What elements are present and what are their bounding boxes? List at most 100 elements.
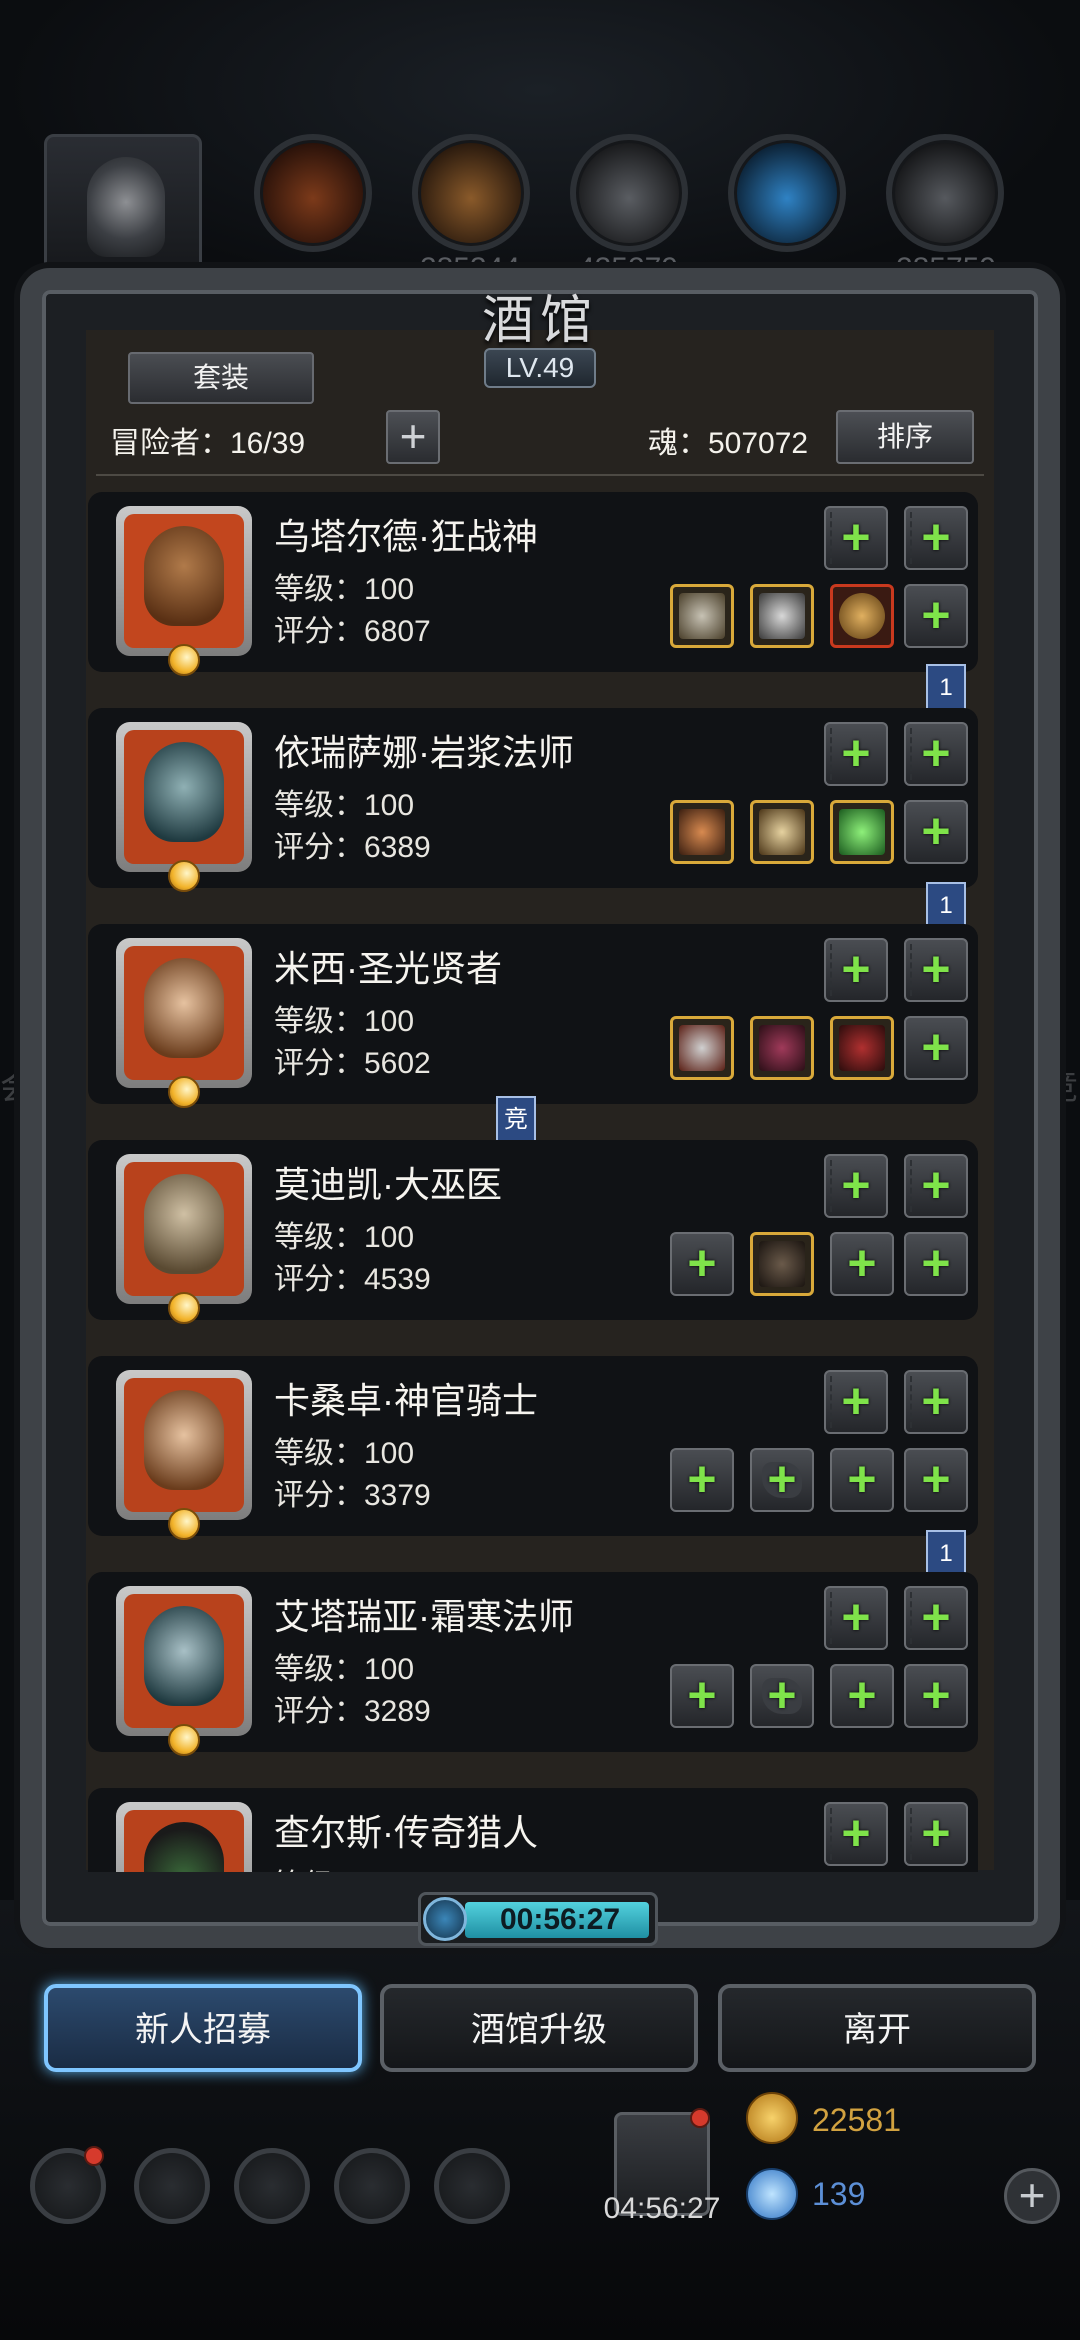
add-accessory-button[interactable] [830,1232,894,1296]
hero-card[interactable]: 乌塔尔德·狂战神 等级：100 评分：6807 [88,492,978,676]
iron-resource-icon [570,134,688,252]
crystal-resource-icon [728,134,846,252]
gold-amount: 22581 [812,2102,901,2138]
hero-avatar[interactable] [116,1802,252,1872]
add-equipment-button[interactable] [904,1232,968,1296]
adventurer-count: 冒险者：16/39 [110,427,306,460]
map-icon[interactable] [434,2148,510,2224]
hero-avatar[interactable] [116,506,252,676]
add-rune-button[interactable] [904,1586,968,1650]
hero-name: 米西·圣光贤者 [274,948,502,989]
add-adventurer-slot-button[interactable]: + [386,410,440,464]
tavern-level-badge: LV.49 [484,348,596,388]
add-currency-button[interactable]: + [1004,2168,1060,2224]
hero-list[interactable]: 乌塔尔德·狂战神 等级：100 评分：6807 1 依瑞萨娜·岩浆法师 等级：1… [86,488,994,1872]
panel-title: 酒馆 [481,291,598,351]
emerald-amulet-icon[interactable] [830,800,894,864]
hero-name: 卡桑卓·神官骑士 [274,1380,538,1421]
add-equipment-button[interactable] [904,584,968,648]
add-equipment-button[interactable] [904,800,968,864]
hero-card[interactable]: 依瑞萨娜·岩浆法师 等级：100 评分：6389 [88,708,978,892]
hero-avatar[interactable] [116,1370,252,1540]
hero-card[interactable]: 查尔斯·传奇猎人 等级：100 [88,1788,978,1872]
hero-avatar[interactable] [116,1586,252,1756]
clock-icon [423,1897,467,1941]
hero-card[interactable]: 莫迪凯·大巫医 等级：100 评分：4539 [88,1140,978,1324]
leave-button[interactable]: 离开 [718,1984,1036,2072]
player-portrait[interactable] [44,134,202,284]
hero-card[interactable]: 米西·圣光贤者 等级：100 评分：5602 [88,924,978,1108]
hero-avatar[interactable] [116,1154,252,1324]
achievement-icon[interactable] [134,2148,210,2224]
moon-badge-icon [168,1292,200,1324]
hero-card[interactable]: 卡桑卓·神官骑士 等级：100 评分：3379 [88,1356,978,1540]
hero-score: 评分：6807 [274,615,431,648]
moon-badge-icon [168,1508,200,1540]
hero-name: 依瑞萨娜·岩浆法师 [274,732,574,773]
add-equipment-button[interactable] [904,1664,968,1728]
hero-level: 等级：100 [274,1860,414,1872]
add-rune-button[interactable] [824,1370,888,1434]
add-rune-button[interactable] [824,1586,888,1650]
notification-dot [690,2108,710,2128]
hero-name: 查尔斯·传奇猎人 [274,1812,538,1853]
recruit-timer: 00:56:27 [418,1892,658,1946]
gold-coin-icon [746,2092,798,2144]
gem-amount: 139 [812,2176,866,2212]
staff-weapon-icon[interactable] [670,800,734,864]
bracer-icon[interactable] [830,1016,894,1080]
ranking-icon[interactable] [234,2148,310,2224]
gem-icon [746,2168,798,2220]
amulet-icon[interactable] [830,584,894,648]
add-rune-button[interactable] [904,938,968,1002]
add-accessory-button[interactable] [830,1448,894,1512]
hero-avatar[interactable] [116,938,252,1108]
upgrade-tavern-button[interactable]: 酒馆升级 [380,1984,698,2072]
add-rune-button[interactable] [904,1802,968,1866]
add-weapon-button[interactable] [670,1232,734,1296]
soul-amount: 魂：507072 [648,427,809,460]
robe-icon[interactable] [750,1232,814,1296]
add-rune-button[interactable] [824,1802,888,1866]
add-armor-button[interactable] [750,1448,814,1512]
hero-card[interactable]: 艾塔瑞亚·霜寒法师 等级：100 评分：3289 [88,1572,978,1756]
hero-score: 评分：4539 [274,1263,431,1296]
add-accessory-button[interactable] [830,1664,894,1728]
add-rune-button[interactable] [904,722,968,786]
add-rune-button[interactable] [904,1370,968,1434]
add-rune-button[interactable] [904,506,968,570]
add-weapon-button[interactable] [670,1448,734,1512]
add-armor-button[interactable] [750,1664,814,1728]
axe-weapon-icon[interactable] [670,584,734,648]
sort-button[interactable]: 排序 [836,410,974,464]
hero-name: 艾塔瑞亚·霜寒法师 [274,1596,574,1637]
robe-icon[interactable] [750,1016,814,1080]
hero-avatar[interactable] [116,722,252,892]
add-rune-button[interactable] [824,722,888,786]
hero-level: 等级：100 [274,1437,415,1470]
add-rune-button[interactable] [824,1154,888,1218]
hero-name: 莫迪凯·大巫医 [274,1164,502,1205]
moon-badge-icon [168,644,200,676]
add-rune-button[interactable] [824,506,888,570]
add-rune-button[interactable] [904,1154,968,1218]
add-equipment-button[interactable] [904,1016,968,1080]
armor-icon[interactable] [750,584,814,648]
hero-level: 等级：100 [274,789,415,822]
suit-button[interactable]: 套装 [128,352,314,404]
meat-resource-icon [254,134,372,252]
recruit-button[interactable]: 新人招募 [44,1984,362,2072]
hero-score: 评分：6389 [274,831,431,864]
add-equipment-button[interactable] [904,1448,968,1512]
hero-score: 评分：3289 [274,1695,431,1728]
mail-icon[interactable] [334,2148,410,2224]
gift-timer: 04:56:27 [603,2192,721,2225]
hero-level: 等级：100 [274,1653,415,1686]
hero-score: 评分：5602 [274,1047,431,1080]
stone-resource-icon [886,134,1004,252]
add-weapon-button[interactable] [670,1664,734,1728]
add-rune-button[interactable] [824,938,888,1002]
hero-score: 评分：3379 [274,1479,431,1512]
hammer-weapon-icon[interactable] [670,1016,734,1080]
armor-icon[interactable] [750,800,814,864]
